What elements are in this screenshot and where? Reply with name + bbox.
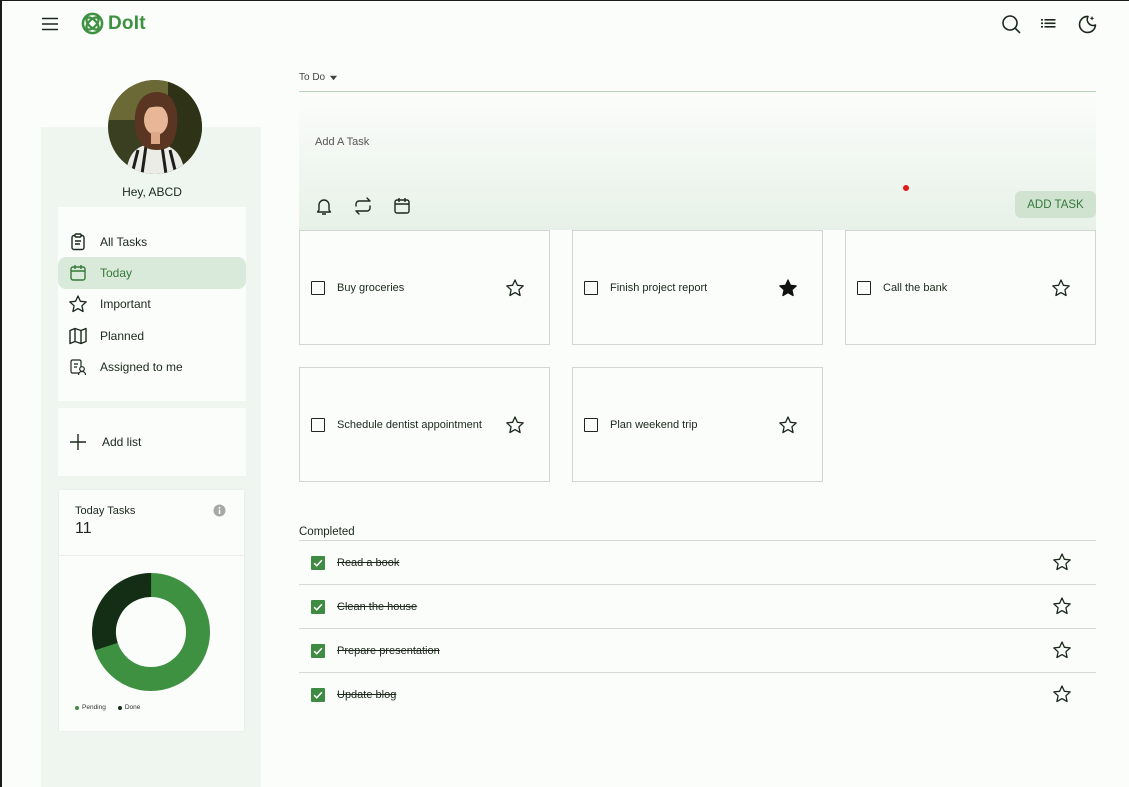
star-outline-icon[interactable] — [1051, 278, 1071, 298]
nav-item-label: Assigned to me — [100, 360, 183, 374]
list-selector-dropdown[interactable]: To Do — [299, 72, 338, 83]
theme-toggle-icon — [1078, 15, 1097, 34]
completed-heading: Completed — [299, 526, 355, 538]
star-filled-icon[interactable] — [778, 278, 798, 298]
task-checkbox-checked[interactable] — [311, 643, 325, 658]
add-task-input[interactable] — [315, 136, 915, 148]
task-checkbox[interactable] — [857, 280, 871, 295]
task-title: Plan weekend trip — [610, 418, 698, 431]
menu-icon — [42, 17, 58, 31]
indicator-dot — [903, 185, 909, 191]
legend-done: Done — [117, 704, 141, 711]
task-title: Call the bank — [883, 281, 948, 294]
greeting: Hey, ABCD — [122, 185, 182, 199]
nav-item-today[interactable]: Today — [58, 257, 246, 289]
nav-item-important[interactable]: Important — [58, 288, 246, 320]
legend-label: Done — [124, 704, 141, 711]
add-list-button[interactable]: Add list — [58, 426, 246, 458]
theme-toggle-button[interactable] — [1076, 13, 1098, 35]
star-outline-icon[interactable] — [505, 415, 525, 435]
repeat-icon[interactable] — [352, 195, 374, 217]
completed-task-title: Clean the house — [337, 600, 418, 613]
task-card[interactable]: Plan weekend trip — [572, 367, 823, 482]
stats-count: 11 — [75, 520, 92, 537]
check-icon — [313, 691, 323, 699]
star-icon — [69, 295, 87, 313]
search-button[interactable] — [1000, 13, 1022, 35]
bell-icon[interactable] — [313, 195, 335, 217]
stats-header: Today Tasks 11 — [59, 490, 244, 556]
task-checkbox[interactable] — [311, 280, 325, 295]
task-checkbox[interactable] — [584, 417, 598, 432]
app-logo[interactable]: DoIt — [81, 12, 146, 35]
check-icon — [313, 559, 323, 567]
task-checkbox-checked[interactable] — [311, 555, 325, 570]
search-icon — [1002, 15, 1021, 34]
task-checkbox[interactable] — [311, 417, 325, 432]
check-icon — [313, 647, 323, 655]
completed-task-row[interactable]: Read a book — [299, 540, 1096, 584]
star-outline-icon[interactable] — [1052, 684, 1072, 704]
tasks-donut-chart — [92, 573, 210, 691]
avatar-image — [108, 80, 202, 174]
map-icon — [69, 327, 87, 345]
star-outline-icon[interactable] — [1052, 596, 1072, 616]
legend-label: Pending — [82, 704, 106, 711]
list-selector-label: To Do — [299, 72, 326, 83]
star-outline-icon[interactable] — [505, 278, 525, 298]
avatar[interactable] — [108, 80, 202, 174]
stats-label: Today Tasks — [75, 505, 136, 517]
today-tasks-card: Today Tasks 11 Pending Done — [59, 490, 244, 731]
legend-pending: Pending — [75, 704, 106, 711]
task-title: Finish project report — [610, 281, 708, 294]
task-card[interactable]: Finish project report — [572, 230, 823, 345]
completed-task-row[interactable]: Update blog — [299, 672, 1096, 716]
chart-legend: Pending Done — [75, 704, 140, 711]
add-list-card: Add list — [58, 408, 246, 476]
list-view-button[interactable] — [1038, 13, 1060, 35]
list-view-icon — [1041, 19, 1056, 28]
nav-item-label: Planned — [100, 329, 145, 343]
task-checkbox[interactable] — [584, 280, 598, 295]
check-icon — [313, 603, 323, 611]
completed-task-title: Update blog — [337, 688, 397, 701]
nav-item-label: Important — [100, 297, 151, 311]
add-list-label: Add list — [102, 435, 142, 449]
clipboard-icon — [71, 233, 85, 251]
calendar-icon[interactable] — [391, 195, 413, 217]
add-task-button[interactable]: ADD TASK — [1015, 191, 1096, 218]
nav-item-planned[interactable]: Planned — [58, 320, 246, 352]
nav-item-label: Today — [100, 266, 133, 280]
legend-dot — [117, 705, 122, 710]
add-task-panel: ADD TASK — [299, 91, 1096, 230]
plus-icon — [70, 434, 86, 450]
nav-item-assigned[interactable]: Assigned to me — [58, 351, 246, 383]
task-checkbox-checked[interactable] — [311, 687, 325, 702]
task-title: Buy groceries — [337, 281, 405, 294]
menu-button[interactable] — [40, 14, 60, 34]
task-card[interactable]: Schedule dentist appointment — [299, 367, 550, 482]
star-outline-icon[interactable] — [778, 415, 798, 435]
nav-item-all-tasks[interactable]: All Tasks — [58, 226, 246, 258]
calendar-icon — [70, 265, 86, 281]
app-name: DoIt — [108, 12, 146, 34]
assigned-icon — [70, 359, 87, 376]
completed-task-row[interactable]: Prepare presentation — [299, 628, 1096, 672]
completed-task-row[interactable]: Clean the house — [299, 584, 1096, 628]
task-card[interactable]: Buy groceries — [299, 230, 550, 345]
completed-task-title: Prepare presentation — [337, 644, 440, 657]
caret-down-icon — [330, 75, 338, 81]
star-outline-icon[interactable] — [1052, 640, 1072, 660]
legend-dot — [75, 705, 79, 710]
task-title: Schedule dentist appointment — [337, 418, 482, 431]
info-icon[interactable] — [213, 504, 226, 517]
task-checkbox-checked[interactable] — [311, 599, 325, 614]
completed-task-title: Read a book — [337, 556, 400, 569]
star-outline-icon[interactable] — [1052, 552, 1072, 572]
task-card[interactable]: Call the bank — [845, 230, 1096, 345]
nav-item-label: All Tasks — [100, 235, 148, 249]
logo-icon — [81, 12, 104, 35]
nav-menu: All Tasks Today Important Planned Assign… — [58, 207, 246, 401]
